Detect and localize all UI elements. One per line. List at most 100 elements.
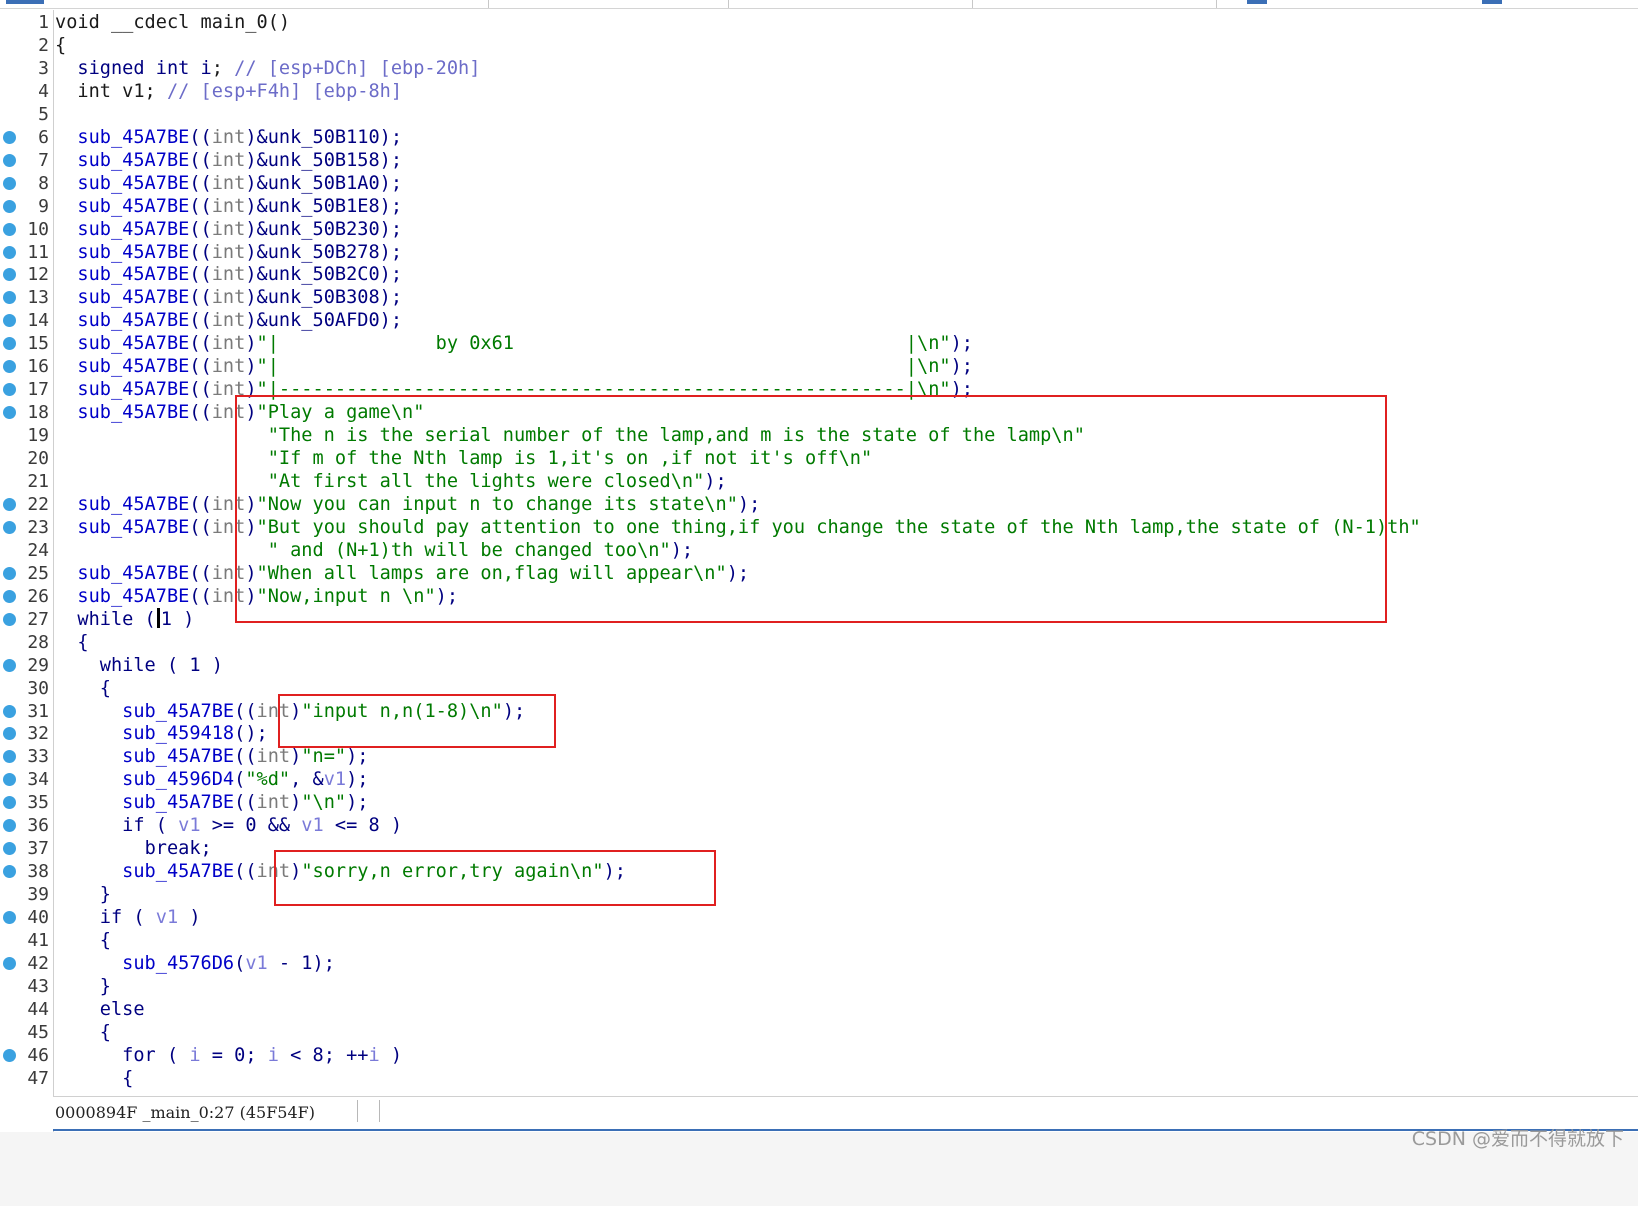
breakpoint-dot-icon[interactable] xyxy=(3,314,16,328)
code-text[interactable]: { xyxy=(55,1021,111,1045)
code-line[interactable]: 33 sub_45A7BE((int)"n="); xyxy=(0,745,1638,769)
breakpoint-dot-icon[interactable] xyxy=(3,153,16,167)
code-line[interactable]: 41 { xyxy=(0,929,1638,953)
breakpoint-dot-icon[interactable] xyxy=(3,612,16,626)
code-line[interactable]: 39 } xyxy=(0,883,1638,907)
breakpoint-dot-icon[interactable] xyxy=(3,773,16,787)
code-line[interactable]: 28 { xyxy=(0,631,1638,655)
code-text[interactable]: } xyxy=(55,975,111,999)
code-text[interactable]: break; xyxy=(55,837,212,861)
breakpoint-dot-icon[interactable] xyxy=(3,750,16,764)
tab-indicator[interactable] xyxy=(1247,0,1267,4)
code-text[interactable]: sub_45A7BE((int)&unk_50B1E8); xyxy=(55,195,402,219)
code-text[interactable]: sub_459418(); xyxy=(55,722,268,746)
code-text[interactable]: for ( i = 0; i < 8; ++i ) xyxy=(55,1044,402,1068)
code-line[interactable]: 43 } xyxy=(0,975,1638,999)
breakpoint-dot-icon[interactable] xyxy=(3,727,16,741)
breakpoint-dot-icon[interactable] xyxy=(3,130,16,144)
code-line[interactable]: 37 break; xyxy=(0,837,1638,861)
breakpoint-dot-icon[interactable] xyxy=(3,842,16,856)
breakpoint-dot-icon[interactable] xyxy=(3,245,16,259)
pseudocode-view[interactable]: 1 void __cdecl main_0() 2{3 signed int i; … xyxy=(0,10,1638,1140)
code-line[interactable]: 14 sub_45A7BE((int)&unk_50AFD0); xyxy=(0,309,1638,333)
breakpoint-dot-icon[interactable] xyxy=(3,383,16,397)
code-text[interactable]: { xyxy=(55,1067,133,1091)
breakpoint-dot-icon[interactable] xyxy=(3,337,16,351)
code-text[interactable]: sub_4596D4("%d", &v1); xyxy=(55,768,368,792)
code-line[interactable]: 31 sub_45A7BE((int)"input n,n(1-8)\n"); xyxy=(0,700,1638,724)
code-line[interactable]: 30 { xyxy=(0,677,1638,701)
code-text[interactable]: { xyxy=(55,677,111,701)
code-text[interactable]: while (1 ) xyxy=(55,607,194,632)
code-line[interactable]: 36 if ( v1 >= 0 && v1 <= 8 ) xyxy=(0,814,1638,838)
code-text[interactable]: int v1; // [esp+F4h] [ebp-8h] xyxy=(55,80,402,104)
breakpoint-dot-icon[interactable] xyxy=(3,658,16,672)
code-line[interactable]: 38 sub_45A7BE((int)"sorry,n error,try ag… xyxy=(0,860,1638,884)
code-line[interactable]: 46 for ( i = 0; i < 8; ++i ) xyxy=(0,1044,1638,1068)
code-line[interactable]: 45 { xyxy=(0,1021,1638,1045)
code-text[interactable]: while ( 1 ) xyxy=(55,654,223,678)
breakpoint-dot-icon[interactable] xyxy=(3,199,16,213)
code-text[interactable]: { xyxy=(55,929,111,953)
code-line[interactable]: 44 else xyxy=(0,998,1638,1022)
code-text[interactable]: sub_45A7BE((int)&unk_50B2C0); xyxy=(55,263,402,287)
code-line[interactable]: 32 sub_459418(); xyxy=(0,722,1638,746)
code-line[interactable]: 11 sub_45A7BE((int)&unk_50B278); xyxy=(0,241,1638,265)
breakpoint-dot-icon[interactable] xyxy=(3,956,16,970)
code-line[interactable]: 6 sub_45A7BE((int)&unk_50B110); xyxy=(0,126,1638,150)
code-line[interactable]: 16 sub_45A7BE((int)"| |\n"); xyxy=(0,355,1638,379)
code-line[interactable]: 35 sub_45A7BE((int)"\n"); xyxy=(0,791,1638,815)
breakpoint-dot-icon[interactable] xyxy=(3,360,16,374)
code-text[interactable]: sub_45A7BE((int)"\n"); xyxy=(55,791,368,815)
code-text[interactable]: sub_45A7BE((int)&unk_50B158); xyxy=(55,149,402,173)
code-line[interactable]: 5 xyxy=(0,103,1638,127)
code-text[interactable]: sub_4576D6(v1 - 1); xyxy=(55,952,335,976)
code-line[interactable]: 1 void __cdecl main_0() xyxy=(0,11,1638,35)
breakpoint-dot-icon[interactable] xyxy=(3,1048,16,1062)
breakpoint-dot-icon[interactable] xyxy=(3,819,16,833)
breakpoint-dot-icon[interactable] xyxy=(3,497,16,511)
code-text[interactable]: { xyxy=(55,631,88,655)
code-text[interactable]: sub_45A7BE((int)&unk_50B230); xyxy=(55,218,402,242)
breakpoint-dot-icon[interactable] xyxy=(3,566,16,580)
code-line[interactable]: 15 sub_45A7BE((int)"| by 0x61 |\n"); xyxy=(0,332,1638,356)
code-line[interactable]: 42 sub_4576D6(v1 - 1); xyxy=(0,952,1638,976)
code-line[interactable]: 12 sub_45A7BE((int)&unk_50B2C0); xyxy=(0,263,1638,287)
code-line[interactable]: 40 if ( v1 ) xyxy=(0,906,1638,930)
code-text[interactable]: sub_45A7BE((int)"| by 0x61 |\n"); xyxy=(55,332,973,356)
breakpoint-dot-icon[interactable] xyxy=(3,520,16,534)
tab-indicator[interactable] xyxy=(1482,0,1502,4)
code-text[interactable]: sub_45A7BE((int)&unk_50B110); xyxy=(55,126,402,150)
breakpoint-dot-icon[interactable] xyxy=(3,865,16,879)
code-line[interactable]: 34 sub_4596D4("%d", &v1); xyxy=(0,768,1638,792)
code-text[interactable]: if ( v1 >= 0 && v1 <= 8 ) xyxy=(55,814,402,838)
code-text[interactable]: if ( v1 ) xyxy=(55,906,201,930)
code-line[interactable]: 3 signed int i; // [esp+DCh] [ebp-20h] xyxy=(0,57,1638,81)
breakpoint-dot-icon[interactable] xyxy=(3,176,16,190)
code-text[interactable]: sub_45A7BE((int)&unk_50AFD0); xyxy=(55,309,402,333)
code-line[interactable]: 8 sub_45A7BE((int)&unk_50B1A0); xyxy=(0,172,1638,196)
code-line[interactable]: 29 while ( 1 ) xyxy=(0,654,1638,678)
breakpoint-dot-icon[interactable] xyxy=(3,222,16,236)
code-text[interactable]: { xyxy=(55,34,66,58)
code-line[interactable]: 4 int v1; // [esp+F4h] [ebp-8h] xyxy=(0,80,1638,104)
code-text[interactable]: } xyxy=(55,883,111,907)
code-text[interactable]: sub_45A7BE((int)"n="); xyxy=(55,745,368,769)
code-line[interactable]: 10 sub_45A7BE((int)&unk_50B230); xyxy=(0,218,1638,242)
code-line[interactable]: 47 { xyxy=(0,1067,1638,1091)
vertical-scrollbar[interactable] xyxy=(1628,10,1638,1140)
breakpoint-dot-icon[interactable] xyxy=(3,796,16,810)
code-text[interactable]: void __cdecl main_0() xyxy=(55,11,290,35)
code-line[interactable]: 9 sub_45A7BE((int)&unk_50B1E8); xyxy=(0,195,1638,219)
code-line[interactable]: 2{ xyxy=(0,34,1638,58)
breakpoint-dot-icon[interactable] xyxy=(3,291,16,305)
breakpoint-dot-icon[interactable] xyxy=(3,911,16,925)
code-text[interactable]: sub_45A7BE((int)&unk_50B308); xyxy=(55,286,402,310)
code-text[interactable]: sub_45A7BE((int)&unk_50B1A0); xyxy=(55,172,402,196)
code-text[interactable]: signed int i; // [esp+DCh] [ebp-20h] xyxy=(55,57,480,81)
code-text[interactable]: sub_45A7BE((int)"| |\n"); xyxy=(55,355,973,379)
breakpoint-dot-icon[interactable] xyxy=(3,406,16,420)
code-line[interactable]: 13 sub_45A7BE((int)&unk_50B308); xyxy=(0,286,1638,310)
breakpoint-dot-icon[interactable] xyxy=(3,589,16,603)
breakpoint-dot-icon[interactable] xyxy=(3,268,16,282)
